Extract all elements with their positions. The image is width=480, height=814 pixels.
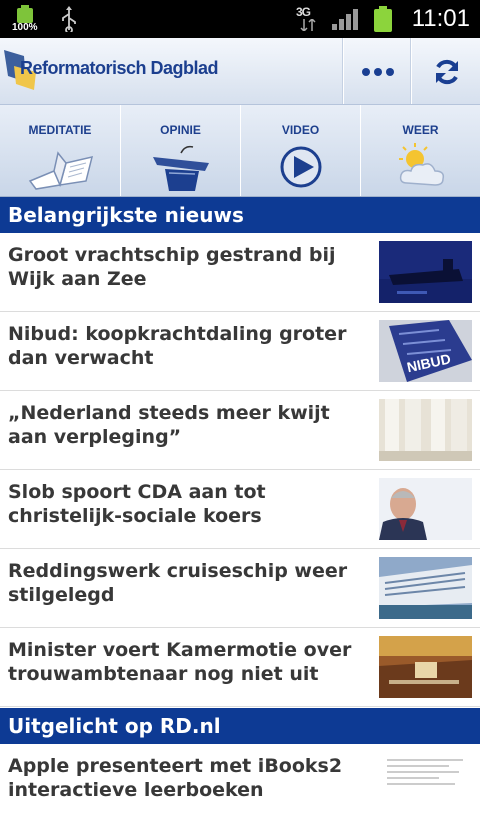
- battery-small-icon: [14, 5, 36, 23]
- weather-icon: [398, 143, 444, 186]
- news-headline: Minister voert Kamermotie over trouwambt…: [8, 639, 352, 685]
- news-headline: Apple presenteert met iBooks2 interactie…: [8, 755, 343, 801]
- tab-label: WEER: [402, 123, 439, 137]
- section-title: Belangrijkste nieuws: [8, 203, 244, 227]
- news-item[interactable]: Apple presenteert met iBooks2 interactie…: [0, 744, 480, 814]
- news-item[interactable]: Groot vrachtschip gestrand bij Wijk aan …: [0, 233, 480, 312]
- usb-icon: [62, 6, 76, 32]
- news-item[interactable]: Slob spoort CDA aan tot christelijk-soci…: [0, 470, 480, 549]
- network-3g-icon: 3G: [296, 5, 320, 33]
- tab-label: MEDITATIE: [28, 123, 92, 137]
- cruise-ship-photo: [379, 557, 472, 619]
- tab-weer[interactable]: WEER: [361, 105, 480, 196]
- play-icon: [280, 146, 321, 188]
- news-headline: Reddingswerk cruiseschip weer stilgelegd: [8, 560, 348, 606]
- news-headline: Slob spoort CDA aan tot christelijk-soci…: [8, 481, 266, 527]
- section-title: Uitgelicht op RD.nl: [8, 714, 221, 738]
- tab-opinie[interactable]: OPINIE: [121, 105, 241, 196]
- book-icon: [28, 151, 94, 190]
- document-photo: [379, 752, 472, 814]
- news-headline: Nibud: koopkrachtdaling groter dan verwa…: [8, 323, 347, 369]
- news-item[interactable]: „Nederland steeds meer kwijt aan verpleg…: [0, 391, 480, 470]
- news-headline: Groot vrachtschip gestrand bij Wijk aan …: [8, 244, 336, 290]
- news-item[interactable]: Reddingswerk cruiseschip weer stilgelegd: [0, 549, 480, 628]
- news-headline: „Nederland steeds meer kwijt aan verpleg…: [8, 402, 330, 448]
- tab-label: VIDEO: [281, 123, 320, 137]
- ship-photo: [379, 241, 472, 303]
- lectern-icon: [152, 145, 209, 191]
- more-button[interactable]: [344, 38, 410, 104]
- news-item[interactable]: Nibud: koopkrachtdaling groter dan verwa…: [0, 312, 480, 391]
- signal-strength-icon: [332, 8, 358, 30]
- category-bar: MEDITATIE OPINIE VIDEO WEER: [0, 105, 480, 197]
- clock: 11:01: [411, 5, 470, 32]
- refresh-icon: [436, 59, 458, 85]
- status-bar: 100% 3G 11:01: [0, 0, 480, 38]
- section-header: Belangrijkste nieuws: [0, 197, 480, 233]
- nurses-photo: [379, 399, 472, 461]
- tab-meditatie[interactable]: MEDITATIE: [0, 105, 121, 196]
- battery-icon: [372, 6, 394, 32]
- refresh-button[interactable]: [412, 38, 480, 104]
- parliament-photo: [379, 636, 472, 698]
- tab-label: OPINIE: [160, 123, 201, 137]
- app-title: Reformatorisch Dagblad: [20, 58, 219, 78]
- app-header: Reformatorisch Dagblad: [0, 38, 480, 105]
- tab-video[interactable]: VIDEO: [241, 105, 361, 196]
- battery-percent: 100%: [12, 22, 38, 33]
- news-item[interactable]: Minister voert Kamermotie over trouwambt…: [0, 628, 480, 707]
- section-header: Uitgelicht op RD.nl: [0, 708, 480, 744]
- portrait-photo: [379, 478, 472, 540]
- nibud-photo: NIBUD: [379, 320, 472, 382]
